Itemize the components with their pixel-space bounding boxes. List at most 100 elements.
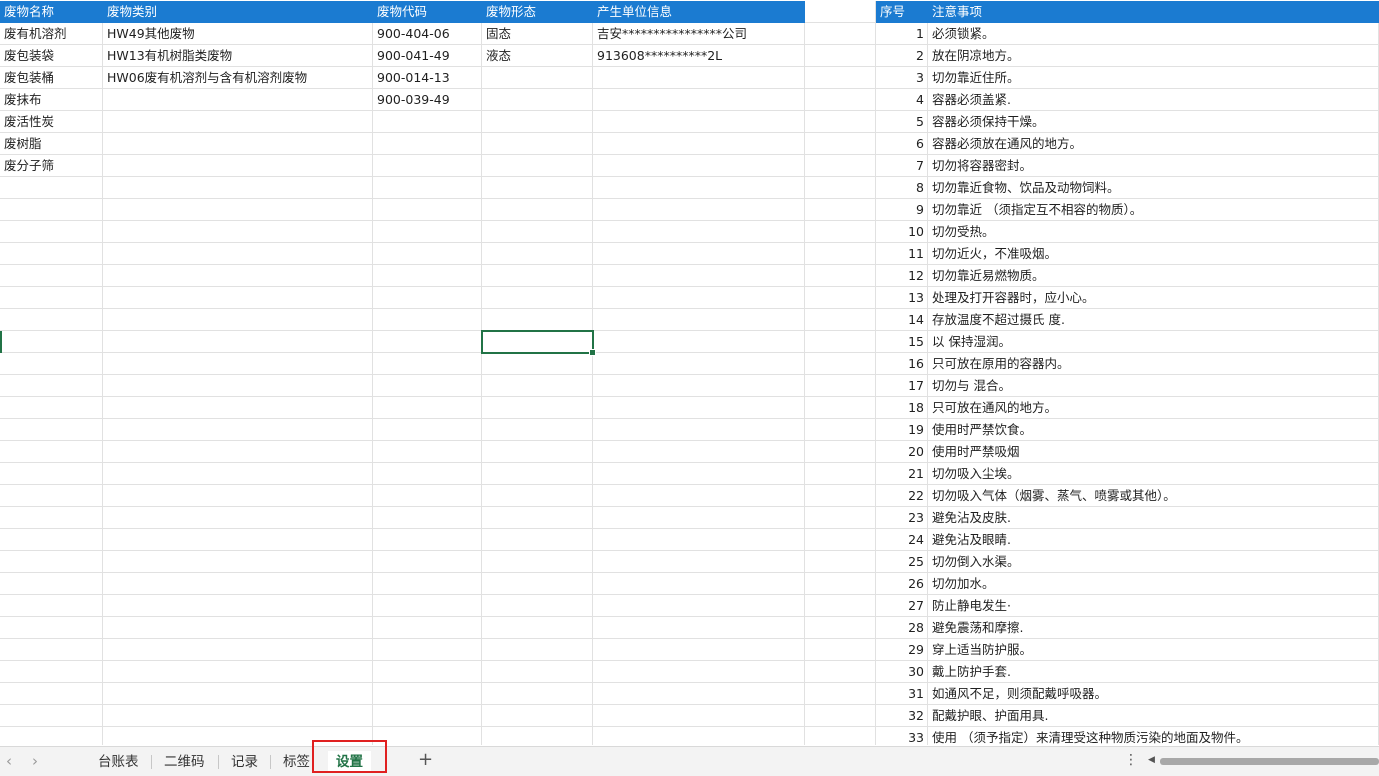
cell-note-text[interactable]: 存放温度不超过摄氏 度.	[928, 309, 1379, 331]
cell-note-number[interactable]: 23	[876, 507, 928, 529]
cell-name[interactable]: 废包装桶	[0, 67, 103, 89]
cell-code[interactable]	[373, 441, 482, 463]
cell-category[interactable]	[103, 705, 373, 727]
cell-producer[interactable]	[593, 221, 805, 243]
cell-note-text[interactable]: 防止静电发生·	[928, 595, 1379, 617]
cell-empty[interactable]	[805, 353, 876, 375]
cell-name[interactable]	[0, 353, 103, 375]
cell-name[interactable]	[0, 705, 103, 727]
cell-code[interactable]	[373, 507, 482, 529]
cell-category[interactable]	[103, 133, 373, 155]
cell-category[interactable]	[103, 419, 373, 441]
cell-empty[interactable]	[805, 727, 876, 745]
cell-name[interactable]	[0, 221, 103, 243]
cell-code[interactable]	[373, 683, 482, 705]
cell-name[interactable]	[0, 375, 103, 397]
cell-note-number[interactable]: 6	[876, 133, 928, 155]
cell-note-number[interactable]: 22	[876, 485, 928, 507]
cell-empty[interactable]	[805, 397, 876, 419]
cell-name[interactable]	[0, 419, 103, 441]
cell-producer[interactable]	[593, 199, 805, 221]
cell-name[interactable]	[0, 507, 103, 529]
cell-form[interactable]	[482, 551, 593, 573]
cell-note-text[interactable]: 以 保持湿润。	[928, 331, 1379, 353]
cell-category[interactable]	[103, 155, 373, 177]
cell-note-text[interactable]: 使用时严禁饮食。	[928, 419, 1379, 441]
cell-note-number[interactable]: 9	[876, 199, 928, 221]
cell-note-number[interactable]: 7	[876, 155, 928, 177]
column-header-producer[interactable]: 产生单位信息	[593, 1, 805, 23]
cell-producer[interactable]	[593, 573, 805, 595]
cell-note-number[interactable]: 11	[876, 243, 928, 265]
cell-note-number[interactable]: 32	[876, 705, 928, 727]
scroll-left-icon[interactable]: ◀	[1148, 755, 1155, 765]
cell-form[interactable]	[482, 265, 593, 287]
cell-code[interactable]	[373, 639, 482, 661]
cell-empty[interactable]	[805, 23, 876, 45]
cell-empty[interactable]	[805, 573, 876, 595]
cell-note-text[interactable]: 避免沾及眼睛.	[928, 529, 1379, 551]
cell-empty[interactable]	[805, 683, 876, 705]
cell-empty[interactable]	[805, 45, 876, 67]
cell-code[interactable]	[373, 551, 482, 573]
cell-category[interactable]	[103, 617, 373, 639]
cell-form[interactable]	[482, 309, 593, 331]
tab-qrcode[interactable]: 二维码	[156, 751, 213, 773]
cell-note-text[interactable]: 切勿靠近易燃物质。	[928, 265, 1379, 287]
cell-form[interactable]	[482, 111, 593, 133]
cell-name[interactable]	[0, 727, 103, 745]
cell-code[interactable]	[373, 331, 482, 353]
cell-name[interactable]	[0, 551, 103, 573]
cell-producer[interactable]	[593, 551, 805, 573]
cell-form[interactable]	[482, 155, 593, 177]
cell-form[interactable]	[482, 507, 593, 529]
cell-form[interactable]	[482, 199, 593, 221]
cell-producer[interactable]	[593, 265, 805, 287]
cell-code[interactable]	[373, 133, 482, 155]
cell-code[interactable]	[373, 485, 482, 507]
cell-note-text[interactable]: 切勿靠近食物、饮品及动物饲料。	[928, 177, 1379, 199]
cell-form[interactable]: 液态	[482, 45, 593, 67]
cell-note-number[interactable]: 10	[876, 221, 928, 243]
cell-producer[interactable]	[593, 727, 805, 745]
cell-name[interactable]	[0, 199, 103, 221]
cell-code[interactable]: 900-404-06	[373, 23, 482, 45]
cell-form[interactable]	[482, 89, 593, 111]
cell-form[interactable]	[482, 573, 593, 595]
cell-category[interactable]	[103, 529, 373, 551]
cell-note-number[interactable]: 21	[876, 463, 928, 485]
cell-name[interactable]: 废包装袋	[0, 45, 103, 67]
cell-category[interactable]	[103, 485, 373, 507]
cell-producer[interactable]	[593, 353, 805, 375]
cell-note-number[interactable]: 8	[876, 177, 928, 199]
cell-empty[interactable]	[805, 199, 876, 221]
cell-category[interactable]	[103, 507, 373, 529]
cell-code[interactable]	[373, 419, 482, 441]
cell-producer[interactable]	[593, 507, 805, 529]
cell-empty[interactable]	[805, 133, 876, 155]
cell-note-number[interactable]: 14	[876, 309, 928, 331]
cell-name[interactable]: 废有机溶剂	[0, 23, 103, 45]
cell-producer[interactable]	[593, 397, 805, 419]
cell-note-text[interactable]: 切勿加水。	[928, 573, 1379, 595]
cell-code[interactable]	[373, 705, 482, 727]
cell-empty[interactable]	[805, 507, 876, 529]
cell-code[interactable]	[373, 221, 482, 243]
cell-name[interactable]	[0, 243, 103, 265]
cell-note-number[interactable]: 5	[876, 111, 928, 133]
cell-code[interactable]	[373, 573, 482, 595]
cell-form[interactable]	[482, 243, 593, 265]
cell-code[interactable]	[373, 375, 482, 397]
cell-form[interactable]	[482, 463, 593, 485]
cell-note-number[interactable]: 13	[876, 287, 928, 309]
cell-producer[interactable]	[593, 177, 805, 199]
cell-name[interactable]	[0, 529, 103, 551]
cell-empty[interactable]	[805, 177, 876, 199]
cell-note-number[interactable]: 28	[876, 617, 928, 639]
cell-name[interactable]: 废分子筛	[0, 155, 103, 177]
cell-category[interactable]	[103, 397, 373, 419]
cell-category[interactable]	[103, 221, 373, 243]
tab-ledger[interactable]: 台账表	[90, 751, 147, 773]
more-options-icon[interactable]: ⋮	[1124, 752, 1138, 768]
cell-category[interactable]	[103, 441, 373, 463]
